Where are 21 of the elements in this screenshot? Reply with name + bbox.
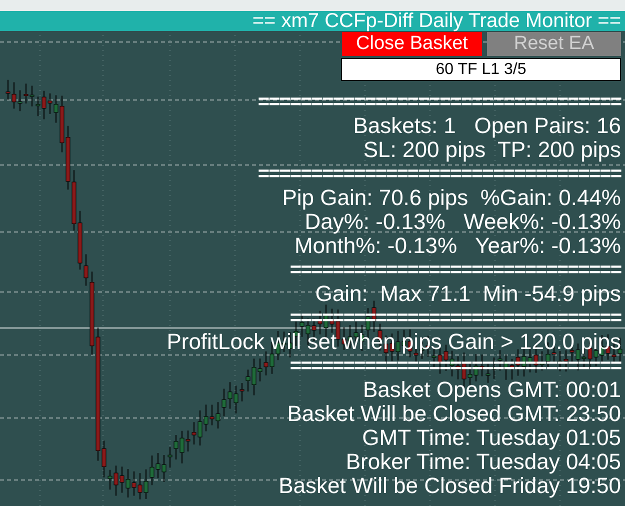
separator-line: ==================================: [258, 162, 621, 186]
status-text: Broker Time: Tuesday 04:05: [346, 450, 621, 474]
timeframe-field: 60 TF L1 3/5: [341, 58, 621, 81]
reset-button[interactable]: Reset EA: [487, 32, 621, 56]
status-text: GMT Time: Tuesday 01:05: [362, 426, 621, 450]
separator-line: ===============================: [290, 354, 621, 378]
status-text: Month%: -0.13% Year%: -0.13%: [294, 234, 621, 258]
separator-line: ==================================: [258, 90, 621, 114]
status-text: Basket Opens GMT: 00:01: [362, 378, 621, 402]
status-text: Day%: -0.13% Week%: -0.13%: [304, 210, 621, 234]
close-basket-button[interactable]: Close Basket: [342, 32, 482, 56]
status-text: Pip Gain: 70.6 pips %Gain: 0.44%: [282, 186, 621, 210]
status-text: Basket Will be Closed Friday 19:50: [278, 474, 621, 498]
status-text: ProfitLock will set when pips Gain > 120.0 pips: [166, 330, 621, 354]
status-text: SL: 200 pips TP: 200 pips: [363, 138, 621, 162]
status-text: Gain: Max 71.1 Min -54.9 pips: [315, 282, 621, 306]
monitor-title: == xm7 CCFp-Diff Daily Trade Monitor ==: [252, 11, 621, 31]
separator-line: ===============================: [290, 306, 621, 330]
separator-line: ===============================: [290, 258, 621, 282]
status-text: Basket Will be Closed GMT: 23:50: [287, 402, 621, 426]
status-text: Baskets: 1 Open Pairs: 16: [353, 114, 621, 138]
